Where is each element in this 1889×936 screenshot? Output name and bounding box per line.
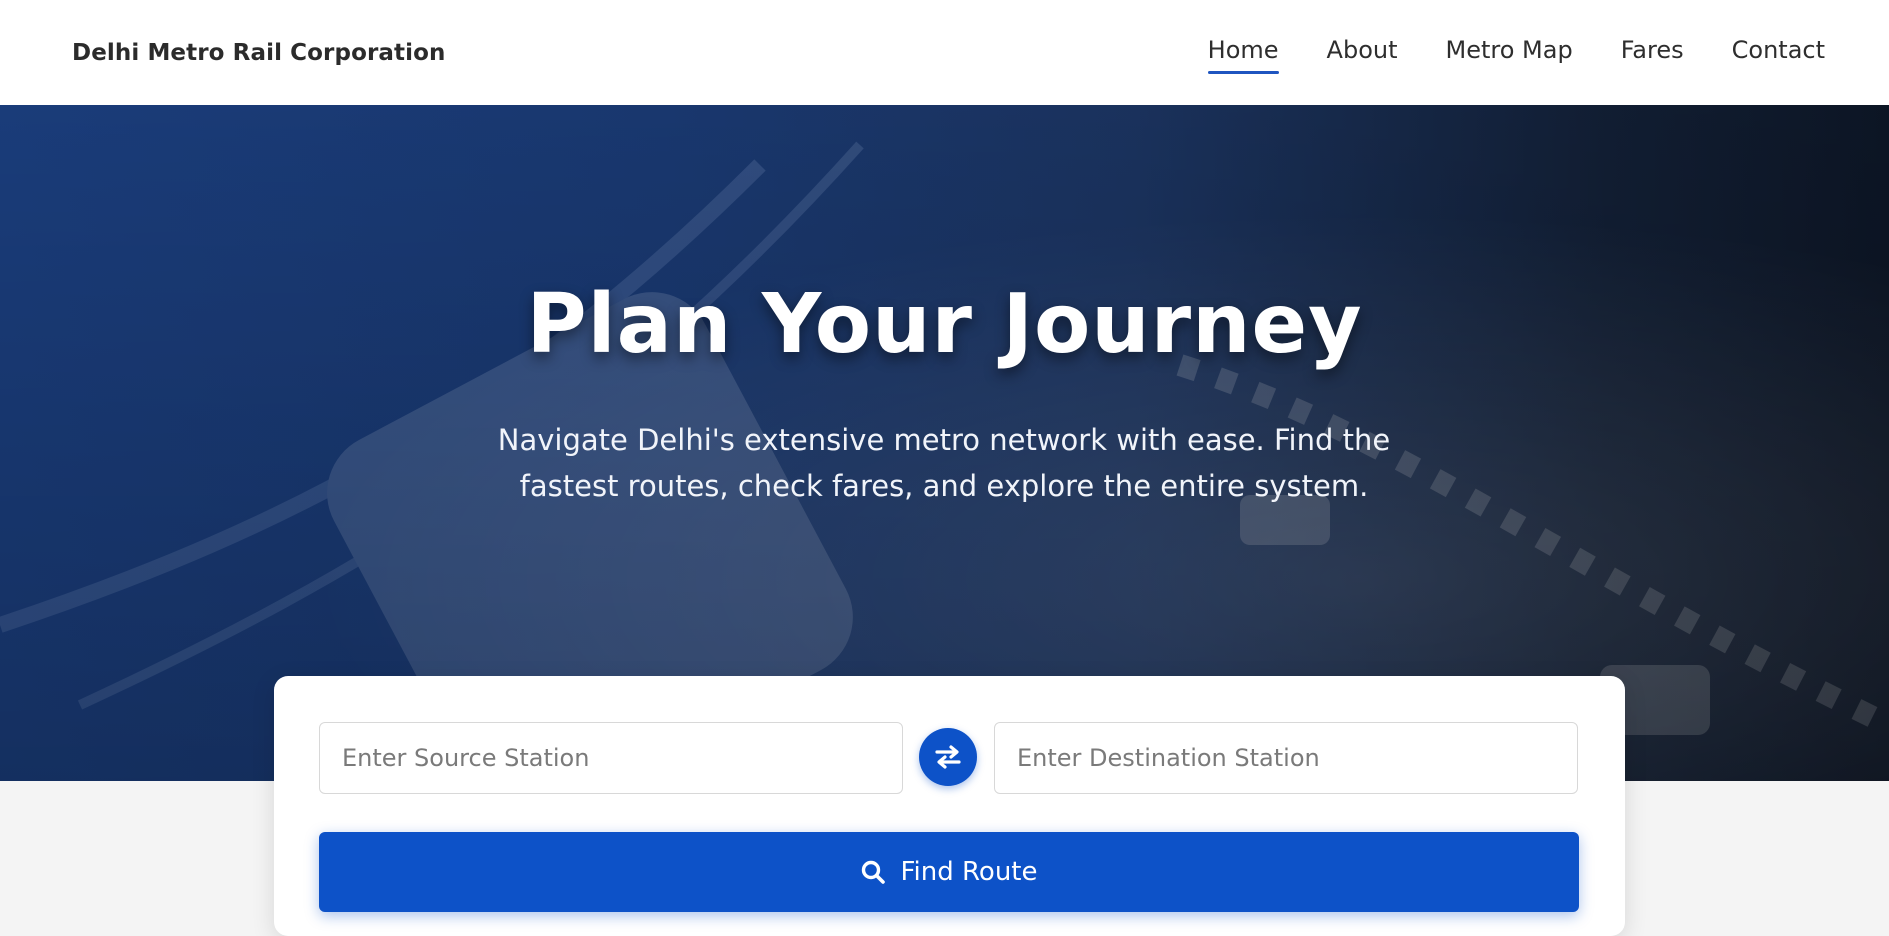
nav-link-metro-map[interactable]: Metro Map: [1446, 32, 1573, 74]
search-icon: [862, 860, 886, 884]
main-nav: Home About Metro Map Fares Contact: [1207, 32, 1825, 74]
brand-logo-text[interactable]: Delhi Metro Rail Corporation: [72, 40, 445, 66]
find-route-label: Find Route: [900, 857, 1038, 887]
source-station-input[interactable]: [319, 722, 903, 794]
nav-link-fares[interactable]: Fares: [1621, 32, 1684, 74]
top-navbar: Delhi Metro Rail Corporation Home About …: [0, 0, 1889, 105]
nav-link-contact[interactable]: Contact: [1732, 32, 1825, 74]
swap-stations-button[interactable]: [919, 728, 977, 786]
destination-station-input[interactable]: [994, 722, 1578, 794]
find-route-button[interactable]: Find Route: [319, 832, 1579, 912]
hero-title: Plan Your Journey: [526, 277, 1363, 372]
route-search-card: Find Route: [274, 676, 1625, 936]
hero-subtitle: Navigate Delhi's extensive metro network…: [497, 423, 1391, 503]
nav-link-home[interactable]: Home: [1207, 32, 1279, 74]
swap-arrows-icon: [935, 745, 961, 769]
nav-link-about[interactable]: About: [1327, 32, 1398, 74]
